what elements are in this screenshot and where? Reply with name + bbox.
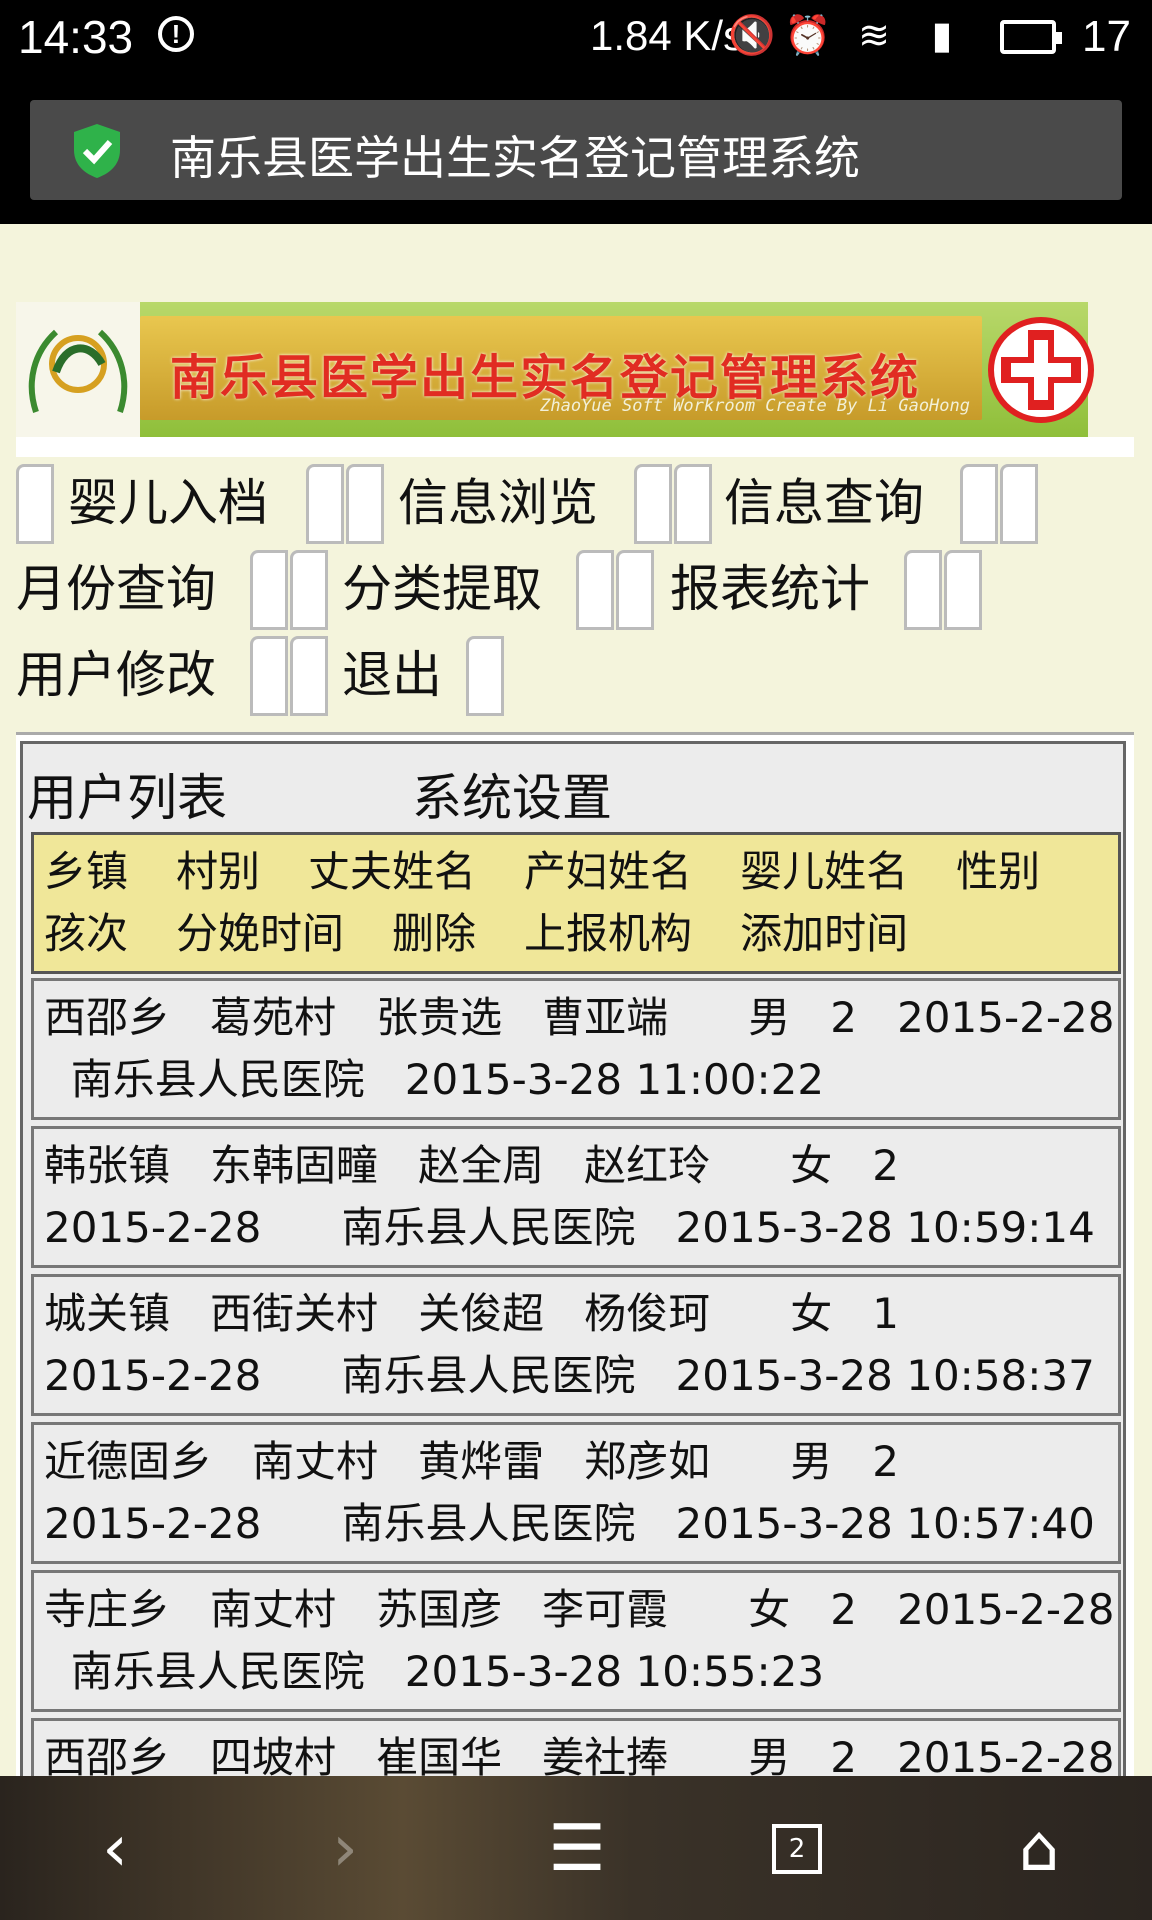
main-nav: 婴儿入档 信息浏览 信息查询 月份查询 分类提取 报表统计 用户修改 退出 [16,460,1136,718]
web-page: 南乐县医学出生实名登记管理系统 ZhaoYue Soft Workroom Cr… [0,224,1152,1776]
column-header: 孩次 [44,909,129,958]
divider [16,437,1134,457]
nav-month-query[interactable]: 月份查询 [16,546,216,632]
column-header: 乡镇 [44,847,129,896]
battery-icon [1000,20,1062,54]
forward-icon[interactable]: › [310,1814,380,1884]
column-header: 产妇姓名 [524,847,693,896]
system-nav-bar: ‹ › ☰ 2 ⌂ [0,1776,1152,1920]
alarm-icon: ⏰ [784,15,832,57]
browser-toolbar: 南乐县医学出生实名登记管理系统 [0,78,1152,224]
red-cross-icon [988,317,1094,423]
column-header: 村别 [176,847,261,896]
status-bar: 14:33 ! 1.84 K/s 🔇 ⏰ ≋ ▮ 17 [0,0,1152,78]
wifi-icon: ≋ [858,15,890,57]
nav-report-stats[interactable]: 报表统计 [670,546,870,632]
table-row[interactable]: 城关镇 西街关村 关俊超 杨俊珂 女 1 2015-2-28 南乐县人民医院 20… [31,1274,1121,1416]
content-panel: 用户列表 系统设置 乡镇 村别 丈夫姓名 产妇姓名 婴儿姓名 性别孩次 分娩时间 删除 上报机构… [16,732,1134,1776]
banner-title-box: 南乐县医学出生实名登记管理系统 ZhaoYue Soft Workroom Cr… [140,316,982,420]
table-row[interactable]: 寺庄乡 南丈村 苏国彦 李可霞 女 2 2015-2-28 南乐县人民医院 20… [31,1570,1121,1712]
banner-subtitle: ZhaoYue Soft Workroom Create By Li GaoHo… [540,396,970,416]
menu-icon[interactable]: ☰ [542,1814,612,1884]
column-header: 丈夫姓名 [308,847,477,896]
nav-info-browse[interactable]: 信息浏览 [398,460,598,546]
alert-icon: ! [158,16,194,52]
column-header: 性别 [956,847,1041,896]
tab-user-list[interactable]: 用户列表 [27,758,227,830]
address-bar[interactable]: 南乐县医学出生实名登记管理系统 [30,100,1122,200]
site-logo [16,302,140,437]
nav-category-extract[interactable]: 分类提取 [342,546,542,632]
mute-icon: 🔇 [728,15,776,57]
tabs-icon[interactable]: 2 [772,1824,822,1874]
laurel-logo-icon [28,329,128,413]
nav-info-query[interactable]: 信息查询 [724,460,924,546]
signal-icon: ▮ [931,15,953,57]
table-row[interactable]: 西邵乡 葛苑村 张贵选 曹亚端 男 2 2015-2-28 南乐县人民医院 20… [31,978,1121,1120]
nav-baby-register[interactable]: 婴儿入档 [68,460,268,546]
site-banner: 南乐县医学出生实名登记管理系统 ZhaoYue Soft Workroom Cr… [16,302,1094,437]
nav-logout[interactable]: 退出 [342,632,442,718]
table-header: 乡镇 村别 丈夫姓名 产妇姓名 婴儿姓名 性别孩次 分娩时间 删除 上报机构 添加时间 [31,832,1121,974]
table-row[interactable]: 西邵乡 四坡村 崔国华 姜社捧 男 2 2015-2-28 [31,1718,1121,1776]
nav-user-edit[interactable]: 用户修改 [16,632,216,718]
table-row[interactable]: 近德固乡 南丈村 黄烨雷 郑彦如 男 2 2015-2-28 南乐县人民医院 20… [31,1422,1121,1564]
tab-system-settings[interactable]: 系统设置 [412,758,612,830]
column-header: 上报机构 [524,909,693,958]
back-icon[interactable]: ‹ [80,1814,150,1884]
page-title: 南乐县医学出生实名登记管理系统 [170,131,860,185]
home-icon[interactable]: ⌂ [1004,1814,1074,1884]
network-speed: 1.84 K/s [590,12,745,59]
table-row[interactable]: 韩张镇 东韩固疃 赵全周 赵红玲 女 2 2015-2-28 南乐县人民医院 20… [31,1126,1121,1268]
battery-level: 17 [1082,12,1131,61]
secure-shield-icon [74,124,120,178]
column-header: 婴儿姓名 [740,847,909,896]
clock: 14:33 [18,11,134,63]
column-header: 删除 [392,909,477,958]
column-header: 添加时间 [740,909,909,958]
column-header: 分娩时间 [176,909,345,958]
